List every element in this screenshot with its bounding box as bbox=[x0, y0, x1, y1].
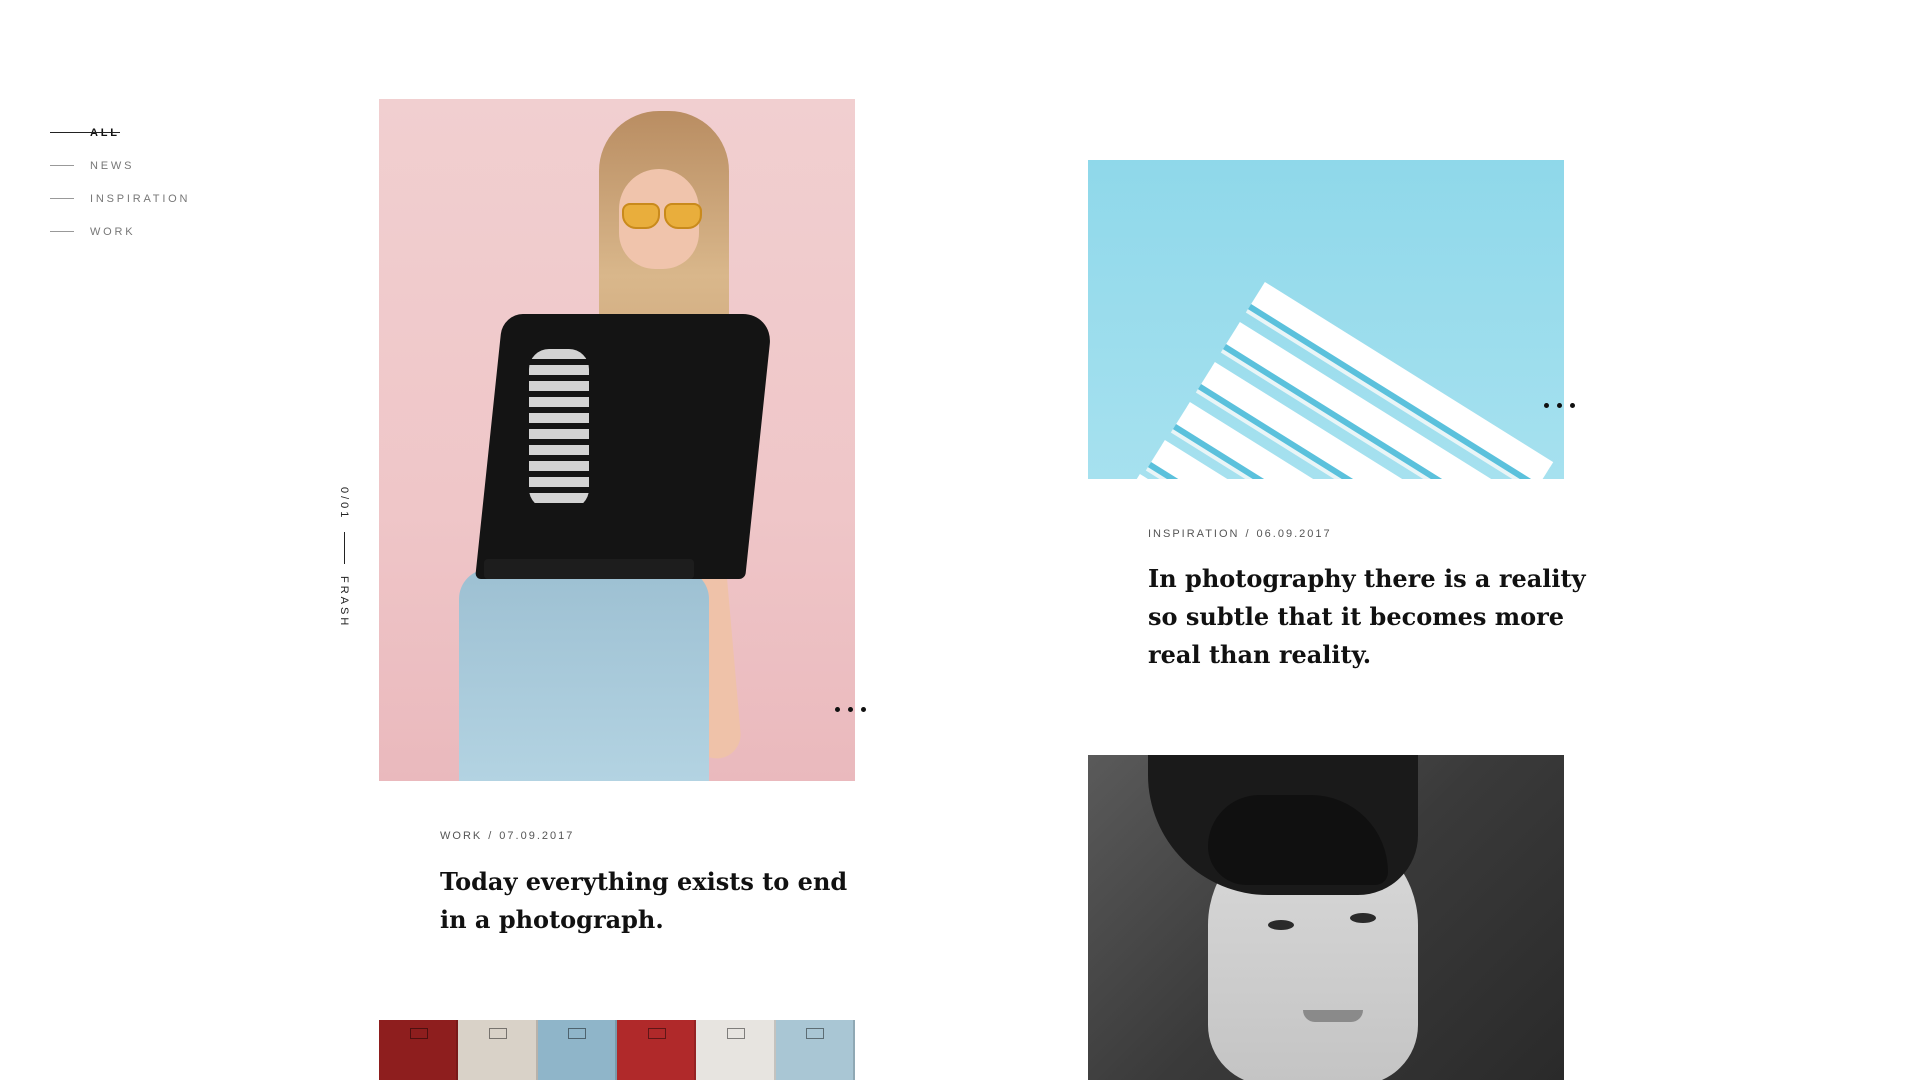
filter-dash bbox=[50, 231, 74, 232]
post-title-line: Today everything exists to end bbox=[440, 867, 848, 896]
filter-work-label: Work bbox=[90, 225, 136, 238]
filter-all[interactable]: All bbox=[50, 116, 190, 149]
blue-building-photo[interactable] bbox=[1088, 160, 1564, 479]
filter-inspiration-label: Inspiration bbox=[90, 192, 191, 205]
filter-news-label: News bbox=[90, 159, 135, 172]
post-title[interactable]: In photography there is a reality so sub… bbox=[1148, 560, 1586, 674]
photo-detail bbox=[459, 569, 709, 781]
counter-index: 0/01 bbox=[338, 487, 350, 521]
counter-divider bbox=[343, 532, 345, 565]
post-category[interactable]: Inspiration bbox=[1148, 528, 1239, 540]
more-options-icon[interactable] bbox=[831, 703, 870, 716]
photo-detail bbox=[1303, 1010, 1363, 1022]
post-date: 07.09.2017 bbox=[499, 830, 575, 842]
post-title-line: so subtle that it becomes more bbox=[1148, 602, 1565, 631]
post-title-line: in a photograph. bbox=[440, 905, 664, 934]
colored-lockers-photo[interactable] bbox=[379, 1020, 855, 1080]
woman-pink-wall-photo[interactable] bbox=[379, 99, 855, 781]
man-portrait-bw-photo[interactable] bbox=[1088, 755, 1564, 1080]
filter-work[interactable]: Work bbox=[50, 215, 190, 248]
filter-dash bbox=[50, 165, 74, 166]
category-filter-nav: All News Inspiration Work bbox=[50, 116, 190, 248]
post-meta: Work/07.09.2017 bbox=[440, 830, 575, 842]
post-category[interactable]: Work bbox=[440, 830, 482, 842]
post-title-line: In photography there is a reality bbox=[1148, 564, 1586, 593]
filter-dash bbox=[50, 198, 74, 199]
post-date: 06.09.2017 bbox=[1256, 528, 1332, 540]
photo-detail bbox=[475, 314, 773, 579]
counter-label: FRASH bbox=[338, 576, 350, 629]
filter-inspiration[interactable]: Inspiration bbox=[50, 182, 190, 215]
post-title[interactable]: Today everything exists to end in a phot… bbox=[440, 863, 847, 939]
photo-detail bbox=[1350, 913, 1376, 923]
filter-news[interactable]: News bbox=[50, 149, 190, 182]
more-options-icon[interactable] bbox=[1540, 399, 1579, 412]
photo-detail bbox=[529, 349, 589, 509]
slide-counter: 0/01 FRASH bbox=[337, 487, 351, 629]
photo-detail bbox=[622, 203, 702, 229]
post-meta: Inspiration/06.09.2017 bbox=[1148, 528, 1332, 540]
photo-detail bbox=[484, 559, 694, 579]
photo-detail bbox=[1268, 920, 1294, 930]
post-title-line: real than reality. bbox=[1148, 640, 1372, 669]
active-filter-line bbox=[50, 132, 120, 133]
